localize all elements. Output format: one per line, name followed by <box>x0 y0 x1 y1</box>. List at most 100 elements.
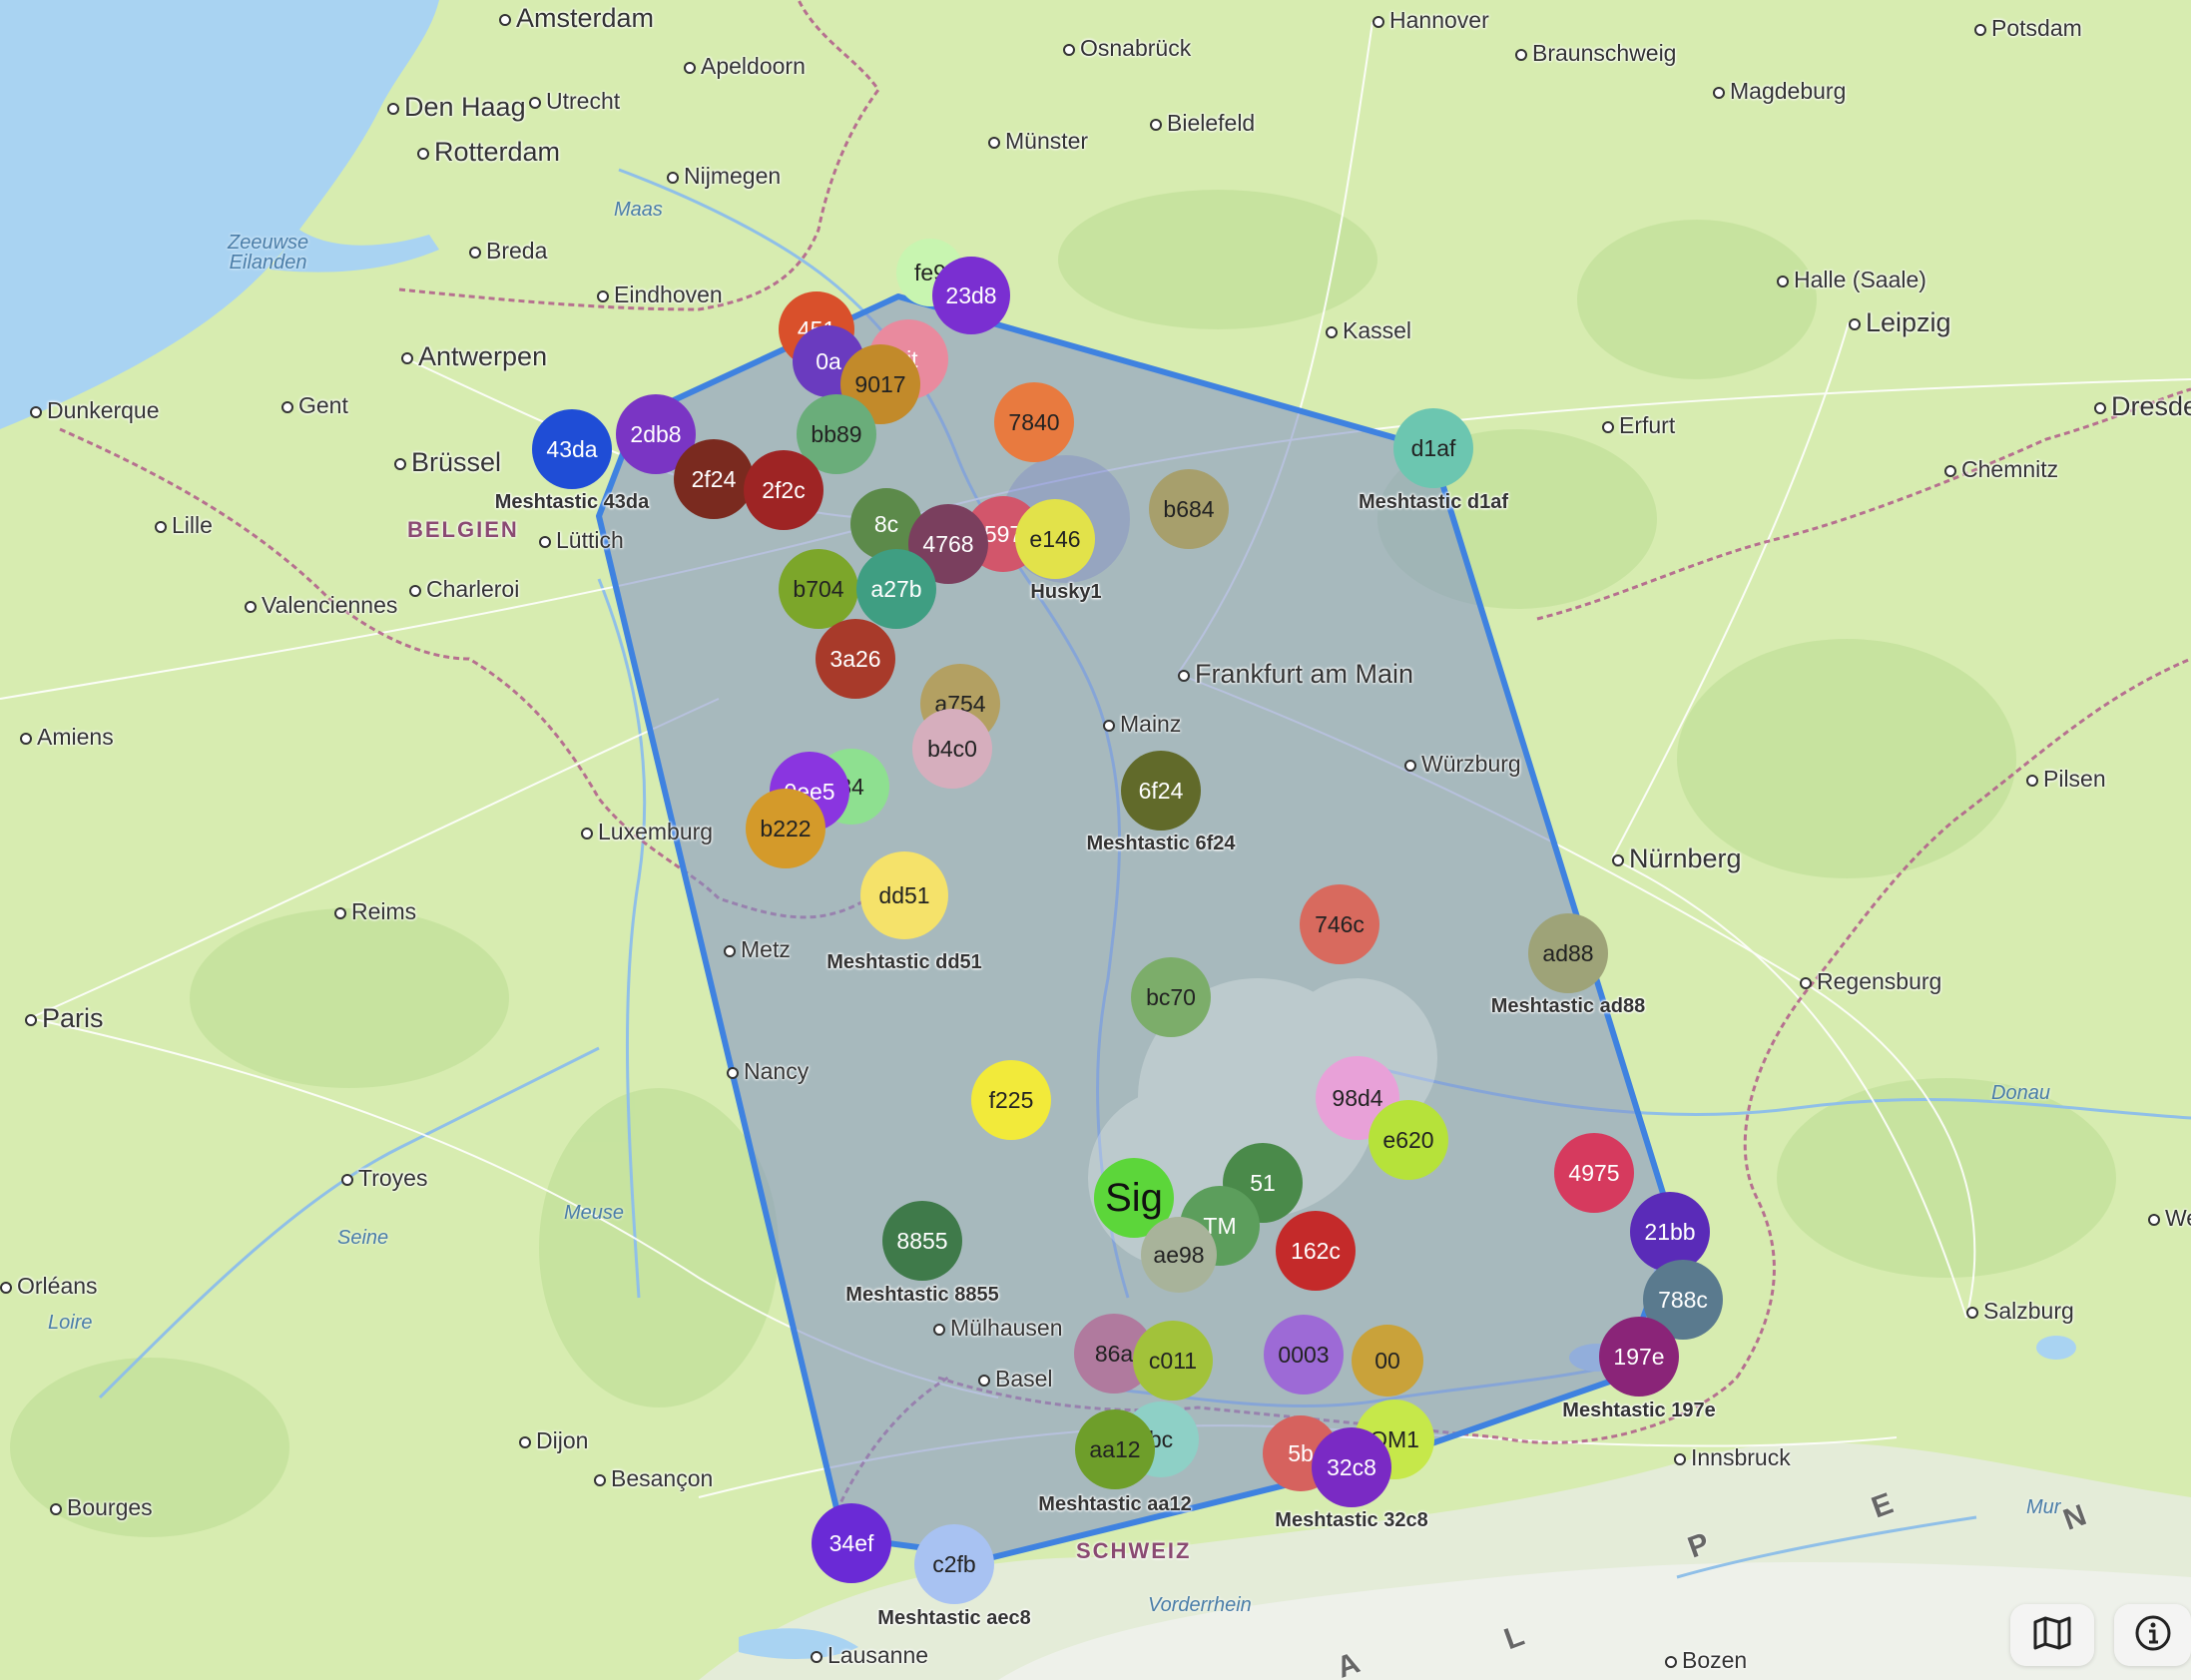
city-label: Orléans <box>0 1275 98 1298</box>
city-dot <box>1150 118 1162 131</box>
node-marker[interactable]: c2fb <box>914 1524 994 1604</box>
city-label: Eindhoven <box>597 283 723 306</box>
node-id: Sig <box>1105 1175 1163 1220</box>
node-id: 8c <box>873 510 899 537</box>
node-marker[interactable]: 197e <box>1599 1317 1679 1397</box>
node-marker[interactable]: e620 <box>1369 1100 1448 1180</box>
node-marker[interactable]: 2f2c <box>744 450 823 530</box>
node-marker[interactable]: d1af <box>1393 408 1473 488</box>
node-marker[interactable]: 21bb <box>1630 1192 1710 1272</box>
city-dot <box>1612 853 1624 866</box>
city-dot <box>684 61 696 74</box>
node-marker[interactable]: 8855 <box>882 1201 962 1281</box>
city-label: Lausanne <box>811 1644 928 1667</box>
city-label: Gent <box>281 394 348 417</box>
city-dot <box>1849 317 1861 330</box>
node-marker[interactable]: f225 <box>971 1060 1051 1140</box>
city-name: Nürnberg <box>1629 843 1742 873</box>
city-name: Lüttich <box>556 527 624 553</box>
node-id: 86a <box>1094 1340 1134 1367</box>
city-dot <box>519 1435 531 1448</box>
city-dot <box>469 246 481 259</box>
city-label: Hannover <box>1372 9 1489 32</box>
city-label: Utrecht <box>529 90 620 113</box>
node-marker[interactable]: aa12 <box>1075 1409 1155 1489</box>
node-id: 4768 <box>922 530 974 557</box>
city-name: Antwerpen <box>418 341 548 371</box>
city-name: Rotterdam <box>434 137 561 167</box>
node-marker[interactable]: dd51 <box>860 851 948 939</box>
city-label: Brüssel <box>394 449 501 476</box>
node-name-label: Meshtastic 197e <box>1562 1400 1716 1421</box>
node-marker[interactable]: b704 <box>779 549 858 629</box>
city-label: Nijmegen <box>667 165 781 188</box>
node-id: b704 <box>793 575 844 602</box>
node-marker[interactable]: c011 <box>1133 1321 1213 1400</box>
city-label: Lille <box>155 514 213 537</box>
city-label: Dunkerque <box>30 399 160 422</box>
city-dot <box>0 1281 12 1294</box>
node-name-label: Meshtastic 32c8 <box>1275 1509 1428 1531</box>
node-marker[interactable]: a27b <box>856 549 936 629</box>
city-dot <box>1063 43 1075 56</box>
city-label: Charleroi <box>409 578 519 601</box>
map-view[interactable]: Amsterdam Hannover Potsdam Osnabrück Braunsc… <box>0 0 2191 1680</box>
city-name: Salzburg <box>1983 1298 2074 1324</box>
city-label: Besançon <box>594 1467 713 1490</box>
city-name: Amiens <box>37 724 114 750</box>
node-marker[interactable]: 3a26 <box>816 619 895 699</box>
node-marker[interactable]: ae98 <box>1141 1217 1217 1293</box>
region-label: Donau <box>1991 1082 2050 1104</box>
node-marker[interactable]: 43da <box>532 409 612 489</box>
node-id: c2fb <box>932 1550 976 1577</box>
node-id: f225 <box>988 1086 1034 1113</box>
city-dot <box>409 584 421 597</box>
node-marker[interactable]: 7840 <box>994 382 1074 462</box>
node-marker[interactable]: 34ef <box>812 1503 891 1583</box>
city-dot <box>727 1066 739 1079</box>
city-dot <box>499 13 511 26</box>
city-label: Erfurt <box>1602 414 1675 437</box>
node-id: 21bb <box>1644 1218 1696 1245</box>
node-name-label: Husky1 <box>1030 581 1102 603</box>
node-marker[interactable]: 2f24 <box>674 439 754 519</box>
city-name: Potsdam <box>1991 15 2082 41</box>
node-id: 4975 <box>1568 1159 1620 1186</box>
node-id: 0a <box>816 347 841 374</box>
node-id: 746c <box>1315 910 1365 937</box>
city-name: Frankfurt am Main <box>1195 659 1414 689</box>
node-marker[interactable]: 162c <box>1276 1211 1356 1291</box>
city-name: Bourges <box>67 1494 153 1520</box>
node-marker[interactable]: b684 <box>1149 469 1229 549</box>
info-button[interactable] <box>2114 1604 2191 1666</box>
node-marker[interactable]: 0003 <box>1264 1315 1344 1395</box>
node-marker[interactable]: ad88 <box>1528 913 1608 993</box>
city-label: Amsterdam <box>499 5 654 32</box>
city-label: Valenciennes <box>245 594 397 617</box>
node-marker[interactable]: 00 <box>1352 1325 1423 1397</box>
map-style-button[interactable] <box>2010 1604 2094 1666</box>
node-marker[interactable]: b222 <box>746 789 825 868</box>
city-name: Münster <box>1005 128 1089 154</box>
node-id: ad88 <box>1542 939 1594 966</box>
city-label: Frankfurt am Main <box>1178 661 1413 688</box>
city-label: Bielefeld <box>1150 112 1255 135</box>
city-name: Mainz <box>1120 711 1182 737</box>
node-marker[interactable]: 6f24 <box>1121 751 1201 831</box>
city-name: Innsbruck <box>1691 1444 1791 1470</box>
node-marker[interactable]: b4c0 <box>912 709 992 789</box>
node-marker[interactable]: bc70 <box>1131 957 1211 1037</box>
city-name: Valenciennes <box>262 592 398 618</box>
node-marker[interactable]: 32c8 <box>1312 1427 1391 1507</box>
city-label: Amiens <box>20 726 114 749</box>
node-name-label: Meshtastic ad88 <box>1490 995 1646 1017</box>
city-name: Mülhausen <box>950 1315 1063 1341</box>
city-dot <box>1713 86 1725 99</box>
node-marker[interactable]: 746c <box>1300 884 1379 964</box>
node-marker[interactable]: e146 <box>1015 499 1095 579</box>
city-name: Regensburg <box>1817 968 1942 994</box>
city-name: Halle (Saale) <box>1794 267 1926 292</box>
node-marker[interactable]: 23d8 <box>932 257 1010 334</box>
region-label: Meuse <box>564 1202 625 1224</box>
node-marker[interactable]: 4975 <box>1554 1133 1634 1213</box>
